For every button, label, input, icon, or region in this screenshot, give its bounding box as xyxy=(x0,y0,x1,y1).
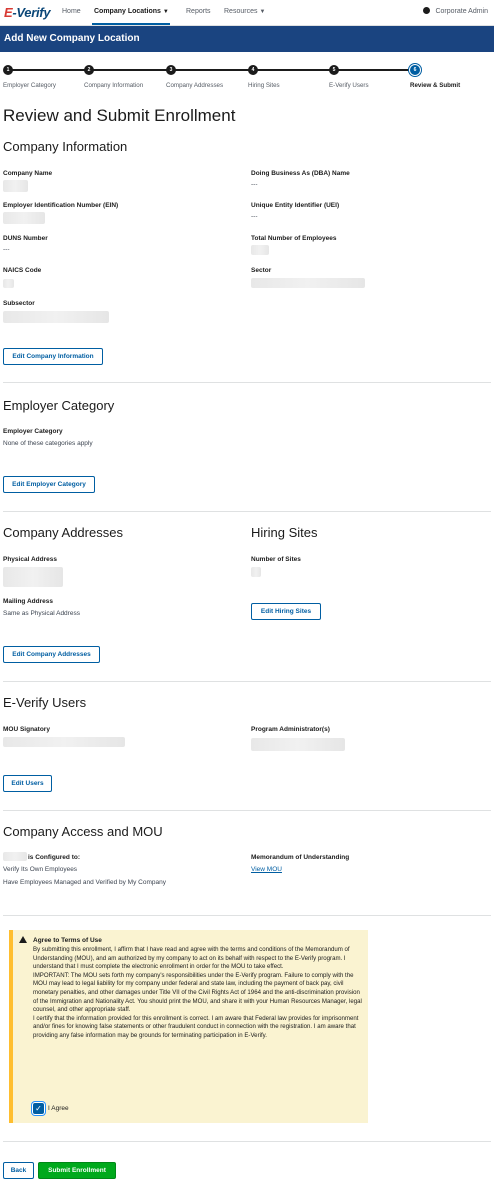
program-administrator-label: Program Administrator(s) xyxy=(251,726,330,733)
ein-label: Employer Identification Number (EIN) xyxy=(3,202,119,209)
duns-value: --- xyxy=(3,246,10,253)
section-divider xyxy=(3,915,491,916)
step-6-label: Review & Submit xyxy=(410,82,461,89)
terms-title: Agree to Terms of Use xyxy=(33,937,102,944)
step-2-label: Company Information xyxy=(84,82,144,89)
user-icon xyxy=(423,7,431,14)
step-5-indicator: 5 xyxy=(329,65,339,75)
stepper-line xyxy=(8,69,416,71)
edit-company-information-button[interactable]: Edit Company Information xyxy=(3,348,103,365)
dba-label: Doing Business As (DBA) Name xyxy=(251,170,350,177)
checkmark-icon: ✓ xyxy=(35,1104,42,1113)
subsector-label: Subsector xyxy=(3,300,35,307)
section-divider xyxy=(3,511,491,512)
subsector-value-redacted xyxy=(3,311,109,323)
agree-checkbox[interactable]: ✓ xyxy=(33,1103,44,1114)
employees-label: Total Number of Employees xyxy=(251,235,337,242)
chevron-down-icon: ▼ xyxy=(162,9,169,15)
view-mou-link[interactable]: View MOU xyxy=(251,866,282,873)
company-name-inline-redacted xyxy=(3,852,27,861)
company-info-heading: Company Information xyxy=(3,139,128,154)
mou-label: Memorandum of Understanding xyxy=(251,854,350,861)
page-banner: Add New Company Location xyxy=(0,26,494,52)
hiring-sites-heading: Hiring Sites xyxy=(251,525,318,540)
config-own-employees: Verify Its Own Employees xyxy=(3,866,78,873)
company-addresses-heading: Company Addresses xyxy=(3,525,123,540)
chevron-down-icon: ▼ xyxy=(259,9,266,15)
section-divider xyxy=(3,1141,491,1142)
config-managed-employees: Have Employees Managed and Verified by M… xyxy=(3,879,166,886)
user-menu[interactable]: Corporate Admin xyxy=(423,7,488,15)
step-4-label: Hiring Sites xyxy=(248,82,280,89)
step-2-indicator: 2 xyxy=(84,65,94,75)
mailing-address-value: Same as Physical Address xyxy=(3,610,80,617)
ein-value-redacted xyxy=(3,212,45,224)
top-nav: E-Verify Home Company Locations ▼ Reports… xyxy=(0,0,494,26)
company-name-value-redacted xyxy=(3,180,28,192)
banner-title: Add New Company Location xyxy=(4,33,140,44)
edit-hiring-sites-button[interactable]: Edit Hiring Sites xyxy=(251,603,321,620)
nav-reports[interactable]: Reports xyxy=(186,8,211,15)
naics-value-redacted xyxy=(3,279,14,288)
uei-label: Unique Entity Identifier (UEI) xyxy=(251,202,340,209)
terms-of-use-alert: Agree to Terms of Use By submitting this… xyxy=(9,930,368,1123)
agree-label[interactable]: I Agree xyxy=(48,1105,69,1112)
physical-address-label: Physical Address xyxy=(3,556,57,563)
step-1-indicator: 1 xyxy=(3,65,13,75)
step-3-indicator: 3 xyxy=(166,65,176,75)
terms-paragraph: IMPORTANT: The MOU sets forth my company… xyxy=(33,971,362,1014)
section-divider xyxy=(3,382,491,383)
terms-body: By submitting this enrollment, I affirm … xyxy=(33,946,365,1041)
nav-company-locations[interactable]: Company Locations ▼ xyxy=(94,8,169,15)
duns-label: DUNS Number xyxy=(3,235,48,242)
uei-value: --- xyxy=(251,213,258,220)
configured-to-label: is Configured to: xyxy=(28,854,80,861)
physical-address-value-redacted xyxy=(3,567,63,587)
terms-paragraph: By submitting this enrollment, I affirm … xyxy=(33,946,350,971)
program-administrator-value-redacted xyxy=(251,738,345,751)
employer-category-label: Employer Category xyxy=(3,428,63,435)
step-3-label: Company Addresses xyxy=(166,82,224,89)
submit-enrollment-button[interactable]: Submit Enrollment xyxy=(38,1162,116,1179)
nav-active-indicator xyxy=(92,23,170,25)
everify-users-heading: E-Verify Users xyxy=(3,695,87,710)
step-4-indicator: 4 xyxy=(248,65,258,75)
company-access-heading: Company Access and MOU xyxy=(3,824,163,839)
nav-resources[interactable]: Resources ▼ xyxy=(224,8,265,15)
mou-signatory-value-redacted xyxy=(3,737,125,747)
employer-category-heading: Employer Category xyxy=(3,398,115,413)
employer-category-value: None of these categories apply xyxy=(3,440,93,447)
step-6-indicator: 6 xyxy=(410,65,420,75)
terms-paragraph: I certify that the information provided … xyxy=(33,1014,359,1039)
dba-value: --- xyxy=(251,181,258,188)
naics-label: NAICS Code xyxy=(3,267,42,274)
back-button[interactable]: Back xyxy=(3,1162,34,1179)
sector-label: Sector xyxy=(251,267,272,274)
page-title: Review and Submit Enrollment xyxy=(3,106,236,125)
edit-company-addresses-button[interactable]: Edit Company Addresses xyxy=(3,646,100,663)
number-of-sites-value-redacted xyxy=(251,567,261,577)
employees-value-redacted xyxy=(251,245,269,255)
step-1-label: Employer Category xyxy=(3,82,56,89)
section-divider xyxy=(3,681,491,682)
edit-employer-category-button[interactable]: Edit Employer Category xyxy=(3,476,95,493)
nav-home[interactable]: Home xyxy=(62,8,81,15)
company-name-label: Company Name xyxy=(3,170,53,177)
edit-users-button[interactable]: Edit Users xyxy=(3,775,52,792)
mou-signatory-label: MOU Signatory xyxy=(3,726,50,733)
step-5-label: E-Verify Users xyxy=(329,82,369,89)
number-of-sites-label: Number of Sites xyxy=(251,556,301,563)
sector-value-redacted xyxy=(251,278,365,288)
section-divider xyxy=(3,810,491,811)
everify-logo[interactable]: E-Verify xyxy=(4,5,51,20)
mailing-address-label: Mailing Address xyxy=(3,598,53,605)
warning-icon xyxy=(19,936,27,943)
